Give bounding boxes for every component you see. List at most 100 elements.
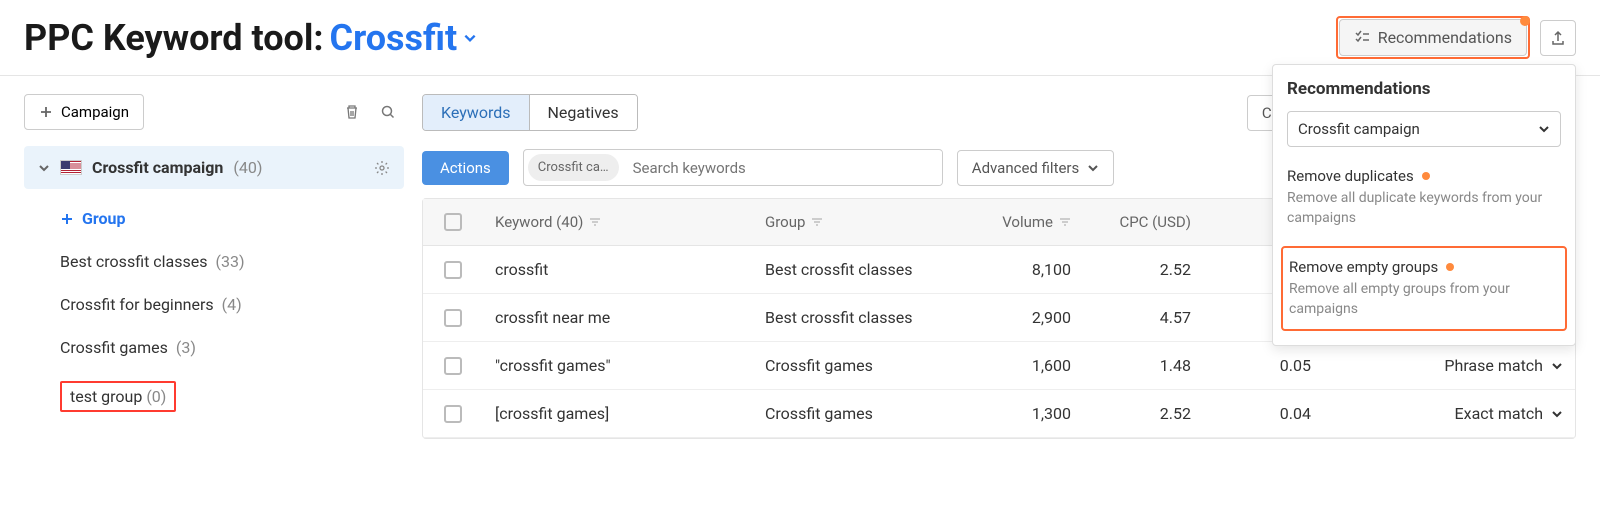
table-row: [crossfit games] Crossfit games 1,300 2.… (423, 390, 1575, 438)
row-checkbox[interactable] (444, 405, 462, 423)
chevron-down-icon (1551, 360, 1563, 372)
column-cpc[interactable]: CPC (USD) (1083, 199, 1203, 245)
cell-cpc: 1.48 (1083, 342, 1203, 389)
add-group-button[interactable]: Group (24, 197, 404, 240)
sidebar-group-item[interactable]: Crossfit games (3) (24, 326, 404, 369)
search-icon (380, 104, 396, 120)
group-count: (4) (222, 295, 242, 314)
delete-button[interactable] (336, 96, 368, 128)
popup-title: Recommendations (1287, 79, 1561, 99)
group-highlight: test group (0) (60, 381, 176, 412)
campaign-settings-button[interactable] (374, 160, 390, 176)
cell-keyword: crossfit (483, 246, 753, 293)
page-title: PPC Keyword tool: (24, 17, 324, 59)
column-label: Keyword (40) (495, 213, 583, 231)
search-button[interactable] (372, 96, 404, 128)
column-volume[interactable]: Volume (963, 199, 1083, 245)
column-label: Volume (1002, 213, 1053, 231)
row-checkbox[interactable] (444, 261, 462, 279)
trash-icon (344, 104, 360, 120)
group-name: Best crossfit classes (60, 252, 208, 271)
sidebar-group-item[interactable]: Best crossfit classes (33) (24, 240, 404, 283)
recommendation-item-duplicates[interactable]: Remove duplicates Remove all duplicate k… (1287, 161, 1561, 234)
group-count: (0) (146, 387, 166, 406)
cell-volume: 8,100 (963, 246, 1083, 293)
cell-volume: 2,900 (963, 294, 1083, 341)
filter-chip[interactable]: Crossfit ca… (528, 154, 619, 181)
popup-campaign-value: Crossfit campaign (1298, 120, 1420, 138)
group-count: (3) (176, 338, 196, 357)
sidebar: Campaign Crossfit campaign (40) (24, 94, 404, 439)
search-wrap: Crossfit ca… (523, 149, 943, 186)
project-name: Crossfit (330, 17, 458, 59)
sort-icon (589, 217, 601, 227)
chevron-down-icon (463, 31, 477, 45)
cell-volume: 1,300 (963, 390, 1083, 437)
add-group-label: Group (82, 209, 126, 228)
export-icon (1550, 30, 1566, 46)
recommendations-label: Recommendations (1378, 28, 1512, 47)
recommendation-item-empty-groups[interactable]: Remove empty groups Remove all empty gro… (1289, 252, 1559, 325)
sidebar-campaign-row[interactable]: Crossfit campaign (40) (24, 146, 404, 189)
chevron-down-icon (1551, 408, 1563, 420)
tabs: Keywords Negatives (422, 94, 638, 131)
notification-dot-icon (1422, 172, 1430, 180)
cell-group: Crossfit games (753, 390, 963, 437)
cell-cpc: 2.52 (1083, 246, 1203, 293)
chevron-down-icon (1538, 123, 1550, 135)
recommendations-highlight: Recommendations (1336, 16, 1530, 59)
popup-campaign-select[interactable]: Crossfit campaign (1287, 111, 1561, 147)
cell-match-type[interactable]: Phrase match (1323, 342, 1575, 389)
group-count: (33) (216, 252, 245, 271)
notification-dot-icon (1520, 16, 1530, 26)
cell-comp: 0.04 (1203, 390, 1323, 437)
export-button[interactable] (1540, 20, 1576, 56)
checklist-icon (1354, 30, 1370, 46)
cell-comp: 0.05 (1203, 342, 1323, 389)
gear-icon (374, 160, 390, 176)
cell-keyword: crossfit near me (483, 294, 753, 341)
row-checkbox[interactable] (444, 357, 462, 375)
plus-icon (39, 105, 53, 119)
actions-button[interactable]: Actions (422, 151, 509, 185)
sort-icon (1059, 217, 1071, 227)
notification-dot-icon (1446, 263, 1454, 271)
tab-negatives[interactable]: Negatives (530, 95, 637, 130)
recommendation-highlight: Remove empty groups Remove all empty gro… (1281, 246, 1567, 331)
cell-match-type[interactable]: Exact match (1323, 390, 1575, 437)
sidebar-group-item[interactable]: Crossfit for beginners (4) (24, 283, 404, 326)
us-flag-icon (60, 160, 82, 175)
recommendations-button[interactable]: Recommendations (1339, 19, 1527, 56)
plus-icon (60, 212, 74, 226)
sidebar-group-item[interactable]: test group (0) (24, 369, 404, 424)
column-keyword[interactable]: Keyword (40) (483, 199, 753, 245)
recommendation-desc: Remove all empty groups from your campai… (1289, 280, 1559, 319)
project-selector[interactable]: Crossfit (330, 17, 478, 59)
recommendation-desc: Remove all duplicate keywords from your … (1287, 189, 1561, 228)
group-name: Crossfit games (60, 338, 168, 357)
advanced-filters-label: Advanced filters (972, 159, 1079, 177)
search-input[interactable] (623, 151, 942, 185)
cell-cpc: 4.57 (1083, 294, 1203, 341)
cell-group: Best crossfit classes (753, 294, 963, 341)
column-label: CPC (USD) (1119, 213, 1191, 231)
tab-keywords[interactable]: Keywords (423, 95, 530, 130)
chevron-down-icon (38, 162, 50, 174)
cell-volume: 1,600 (963, 342, 1083, 389)
column-label: Group (765, 213, 805, 231)
campaign-name: Crossfit campaign (92, 158, 223, 177)
row-checkbox[interactable] (444, 309, 462, 327)
campaign-button-label: Campaign (61, 103, 129, 121)
add-campaign-button[interactable]: Campaign (24, 94, 144, 130)
cell-cpc: 2.52 (1083, 390, 1203, 437)
group-name: test group (70, 387, 142, 406)
sort-icon (811, 217, 823, 227)
select-all-checkbox[interactable] (444, 213, 462, 231)
group-name: Crossfit for beginners (60, 295, 214, 314)
column-group[interactable]: Group (753, 199, 963, 245)
advanced-filters-button[interactable]: Advanced filters (957, 150, 1114, 186)
recommendation-title: Remove duplicates (1287, 167, 1414, 185)
recommendation-title: Remove empty groups (1289, 258, 1438, 276)
cell-keyword: "crossfit games" (483, 342, 753, 389)
recommendations-popup: Recommendations Crossfit campaign Remove… (1272, 64, 1576, 346)
